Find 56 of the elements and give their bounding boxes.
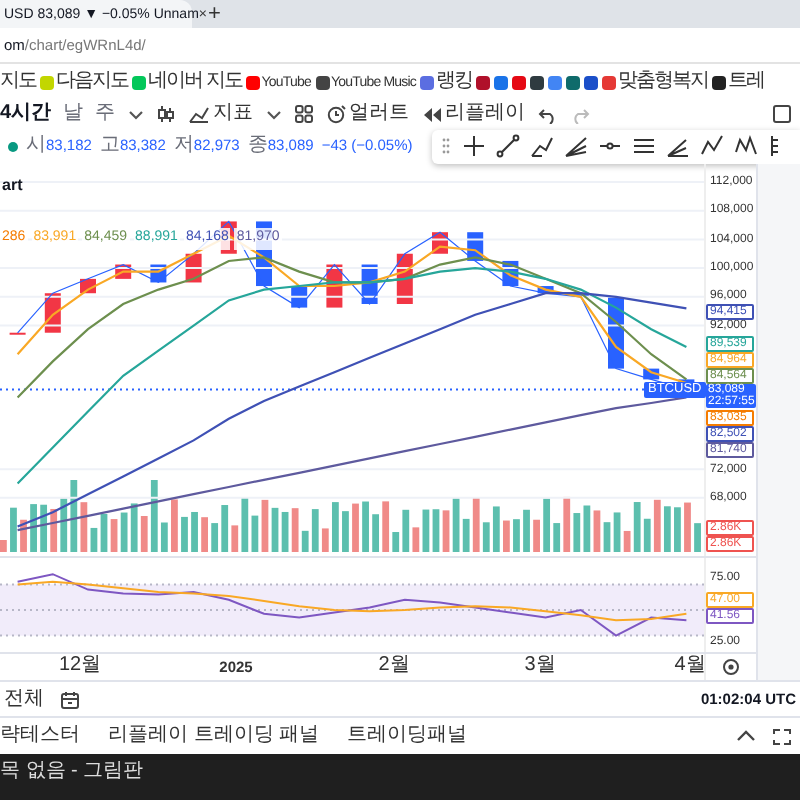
alarm-clock-icon [325, 104, 346, 124]
zigzag-icon[interactable] [700, 134, 724, 158]
range-button[interactable]: 전체 [4, 689, 44, 709]
parallel-lines-icon[interactable] [632, 134, 656, 158]
window-title: 목 없음 - 그림판 [0, 762, 144, 782]
grid-icon[interactable] [293, 104, 314, 124]
replay-button[interactable]: 리플레이 [421, 104, 526, 124]
ohlc-label: 시 [26, 136, 46, 156]
ohlc-label: 고 [99, 136, 120, 156]
indicators-icon [187, 104, 210, 124]
bookmark-icon[interactable] [566, 75, 581, 89]
alert-button[interactable]: 얼러트 [325, 104, 410, 124]
bookmark[interactable]: 랭킹 [420, 72, 473, 92]
interval-button[interactable]: 주 [95, 104, 116, 124]
bookmark[interactable]: 트레 [712, 72, 765, 92]
chart-title: art [2, 174, 23, 198]
bookmark-icon[interactable] [476, 75, 491, 89]
ohlc-label: 저 [173, 136, 194, 156]
expand-icon[interactable] [772, 727, 792, 745]
angle-lines-icon[interactable] [666, 134, 690, 158]
drag-handle-icon[interactable] [440, 134, 452, 158]
square-icon[interactable] [772, 104, 792, 124]
interval-button[interactable]: 날 [63, 104, 84, 124]
candle [537, 286, 554, 294]
bookmark[interactable]: 지도 [0, 72, 36, 92]
time-axis-label: 4월 [674, 656, 706, 676]
rewind-icon [421, 105, 442, 123]
brush-icon[interactable] [530, 134, 554, 158]
panel-tab[interactable]: 트레이딩패널 [347, 726, 468, 746]
panel-tab[interactable]: 략테스터 [0, 726, 80, 746]
pattern-icon[interactable] [734, 134, 758, 158]
bookmark[interactable]: 맞춤형복지 [602, 72, 709, 92]
time-axis-label: 2월 [378, 656, 410, 676]
new-tab-button[interactable]: + [208, 3, 221, 25]
time-axis-label: 12월 [58, 656, 102, 676]
line-tool-icon[interactable] [496, 134, 520, 158]
bookmark[interactable]: 네이버 지도 [132, 72, 242, 92]
ohlc-label: 종 [247, 136, 268, 156]
rays-icon[interactable] [564, 134, 588, 158]
caret-up-icon[interactable] [736, 727, 756, 743]
interval-button[interactable]: 4시간 [0, 104, 52, 124]
time-axis-label: 3월 [524, 656, 556, 676]
caret-icon[interactable] [265, 107, 282, 121]
indicators-button[interactable]: 지표 [187, 104, 254, 124]
bookmark-icon[interactable] [530, 75, 545, 89]
caret-icon[interactable] [127, 107, 144, 121]
status-dot-icon [8, 141, 18, 151]
candle [643, 368, 660, 380]
crosshair-icon[interactable] [462, 134, 486, 158]
bookmark-icon[interactable] [584, 75, 599, 89]
candles-icon[interactable] [155, 104, 176, 124]
settings-icon[interactable] [722, 658, 740, 676]
undo-icon[interactable] [537, 105, 558, 123]
calendar-icon[interactable] [60, 689, 80, 709]
panel-tab[interactable]: 리플레이 트레이딩 패널 [108, 726, 320, 746]
bookmark[interactable]: 다음지도 [40, 72, 128, 92]
